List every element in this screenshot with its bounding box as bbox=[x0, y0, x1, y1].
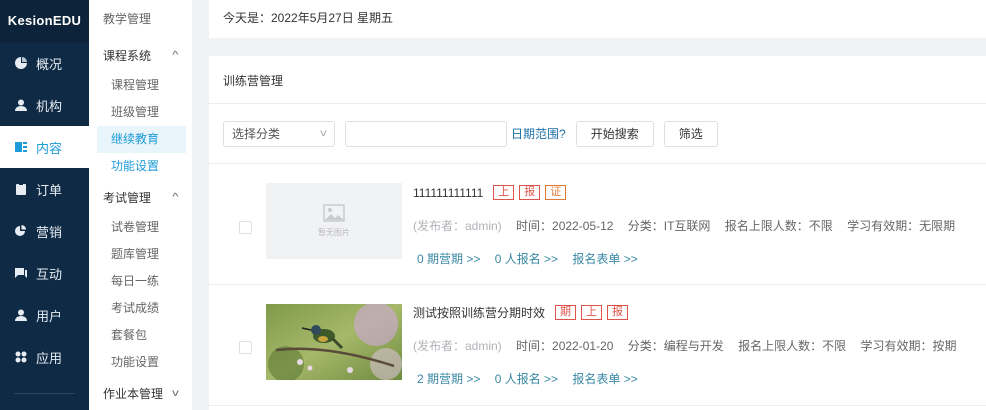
camp-title[interactable]: 测试按照训练营分期时效 bbox=[413, 304, 545, 321]
tag-badge: 上 bbox=[493, 185, 515, 200]
periods-link[interactable]: 2 期营期 >> bbox=[417, 372, 480, 386]
enroll-link[interactable]: 0 人报名 >> bbox=[495, 372, 558, 386]
submenu-group-course[interactable]: 课程系统 ^ bbox=[89, 38, 192, 72]
submenu-title: 教学管理 bbox=[103, 12, 152, 26]
tag-badge: 期 bbox=[555, 305, 577, 320]
image-icon bbox=[323, 204, 345, 222]
periods-link[interactable]: 0 期营期 >> bbox=[417, 252, 480, 266]
nav-label: 概况 bbox=[36, 56, 63, 72]
chevron-down-icon: v bbox=[172, 387, 179, 399]
user-icon bbox=[15, 309, 27, 321]
table-row: 暂无图片 111111111111 上 报 证 (发布者：admin) 时间：2… bbox=[209, 164, 986, 285]
form-link[interactable]: 报名表单 >> bbox=[572, 372, 637, 386]
submenu-item-scores[interactable]: 考试成绩 bbox=[89, 295, 192, 322]
tag-badge: 报 bbox=[519, 185, 541, 200]
nav-label: 内容 bbox=[36, 140, 63, 156]
nav-item-marketing[interactable]: 营销 bbox=[0, 210, 89, 252]
bird-image bbox=[266, 302, 402, 382]
nav-label: 互动 bbox=[36, 266, 63, 282]
nav-label: 机构 bbox=[36, 98, 63, 114]
row-title: 测试按照训练营分期时效 期 上 报 bbox=[413, 304, 629, 321]
row-meta: (发布者：admin) 时间：2022-05-12 分类：IT互联网 报名上限人… bbox=[413, 217, 966, 234]
category-select[interactable]: 选择分类 v bbox=[223, 120, 335, 147]
submenu-item-course-settings[interactable]: 功能设置 bbox=[89, 153, 192, 180]
clipboard-icon bbox=[15, 183, 27, 195]
row-title: 111111111111 上 报 证 bbox=[413, 185, 567, 200]
chevron-down-icon: v bbox=[320, 128, 327, 139]
select-label: 选择分类 bbox=[232, 127, 281, 141]
nav-item-users[interactable]: 用户 bbox=[0, 294, 89, 336]
chat-icon bbox=[15, 267, 27, 279]
camp-title[interactable]: 111111111111 bbox=[413, 186, 483, 200]
nav-item-orders[interactable]: 订单 bbox=[0, 168, 89, 210]
group-label: 课程系统 bbox=[103, 48, 152, 63]
filter-button[interactable]: 筛选 bbox=[663, 120, 718, 147]
nav-label: 营销 bbox=[36, 224, 63, 240]
document-icon bbox=[15, 141, 27, 153]
table-row: 测试按照训练营分期时效 期 上 报 (发布者：admin) 时间：2022-01… bbox=[209, 285, 986, 406]
keyword-input[interactable] bbox=[345, 120, 507, 147]
chevron-up-icon: ^ bbox=[172, 191, 179, 203]
submenu-item-class-manage[interactable]: 班级管理 bbox=[89, 99, 192, 126]
nav-item-overview[interactable]: 概况 bbox=[0, 42, 89, 84]
publisher: (发布者：admin) bbox=[413, 339, 502, 353]
nav-item-org[interactable]: 机构 bbox=[0, 84, 89, 126]
row-meta: (发布者：admin) 时间：2022-01-20 分类：编程与开发 报名上限人… bbox=[413, 337, 968, 354]
main-content: 今天是：2022年5月27日 星期五 训练营管理 选择分类 v 日期范围? 开始… bbox=[193, 0, 986, 410]
submenu-group-homework[interactable]: 作业本管理 v bbox=[89, 376, 192, 410]
panel-title: 训练营管理 bbox=[209, 56, 986, 104]
time: 时间：2022-05-12 bbox=[516, 219, 614, 233]
validity: 学习有效期：无限期 bbox=[847, 219, 956, 233]
pie-slice-icon bbox=[15, 225, 27, 237]
tag-badge: 报 bbox=[607, 305, 629, 320]
group-label: 作业本管理 bbox=[103, 386, 164, 401]
submenu-item-paper[interactable]: 试卷管理 bbox=[89, 214, 192, 241]
nav-item-interaction[interactable]: 互动 bbox=[0, 252, 89, 294]
submenu-item-course-manage[interactable]: 课程管理 bbox=[89, 72, 192, 99]
brand-logo: KesionEDU bbox=[0, 0, 89, 42]
camp-panel: 训练营管理 选择分类 v 日期范围? 开始搜索 筛选 暂无图片 11111111… bbox=[209, 56, 986, 410]
thumbnail-bird-photo bbox=[266, 302, 402, 382]
enroll-link[interactable]: 0 人报名 >> bbox=[495, 252, 558, 266]
row-checkbox[interactable] bbox=[239, 341, 252, 354]
person-icon bbox=[15, 99, 27, 111]
submenu-item-package[interactable]: 套餐包 bbox=[89, 322, 192, 349]
pie-chart-icon bbox=[15, 57, 27, 69]
submenu-item-continuing-edu[interactable]: 继续教育 bbox=[97, 126, 186, 153]
main-nav: KesionEDU 概况 机构 内容 订单 营销 互动 用户 应用 bbox=[0, 0, 89, 410]
row-links: 0 期营期 >> 0 人报名 >> 报名表单 >> bbox=[417, 250, 649, 267]
submenu-item-exam-settings[interactable]: 功能设置 bbox=[89, 349, 192, 376]
date-range-link[interactable]: 日期范围? bbox=[511, 125, 566, 142]
search-button[interactable]: 开始搜索 bbox=[575, 120, 654, 147]
nav-label: 用户 bbox=[36, 308, 63, 324]
filter-bar: 选择分类 v 日期范围? 开始搜索 筛选 bbox=[209, 104, 986, 164]
form-link[interactable]: 报名表单 >> bbox=[572, 252, 637, 266]
submenu-item-daily[interactable]: 每日一练 bbox=[89, 268, 192, 295]
submenu-item-question-bank[interactable]: 题库管理 bbox=[89, 241, 192, 268]
category: 分类：IT互联网 bbox=[627, 219, 711, 233]
nav-label: 应用 bbox=[36, 350, 63, 366]
time: 时间：2022-01-20 bbox=[516, 339, 614, 353]
nav-item-content[interactable]: 内容 bbox=[0, 126, 89, 168]
tag-badge: 上 bbox=[581, 305, 603, 320]
thumbnail-placeholder: 暂无图片 bbox=[266, 183, 402, 259]
chevron-up-icon: ^ bbox=[172, 49, 179, 61]
nav-divider bbox=[14, 393, 75, 394]
submenu-group-exam[interactable]: 考试管理 ^ bbox=[89, 180, 192, 214]
sub-menu: 教学管理 课程系统 ^ 课程管理 班级管理 继续教育 功能设置 考试管理 ^ 试… bbox=[89, 0, 193, 410]
category: 分类：编程与开发 bbox=[627, 339, 724, 353]
placeholder-text: 暂无图片 bbox=[318, 228, 350, 237]
limit: 报名上限人数：不限 bbox=[738, 339, 847, 353]
nav-item-apps[interactable]: 应用 bbox=[0, 336, 89, 378]
limit: 报名上限人数：不限 bbox=[724, 219, 833, 233]
group-label: 考试管理 bbox=[103, 190, 152, 205]
validity: 学习有效期：按期 bbox=[860, 339, 957, 353]
publisher: (发布者：admin) bbox=[413, 219, 502, 233]
tag-badge: 证 bbox=[545, 185, 567, 200]
nav-label: 订单 bbox=[36, 182, 63, 198]
row-checkbox[interactable] bbox=[239, 221, 252, 234]
date-bar: 今天是：2022年5月27日 星期五 bbox=[209, 0, 986, 38]
row-links: 2 期营期 >> 0 人报名 >> 报名表单 >> bbox=[417, 370, 649, 387]
grid-icon bbox=[15, 351, 27, 363]
